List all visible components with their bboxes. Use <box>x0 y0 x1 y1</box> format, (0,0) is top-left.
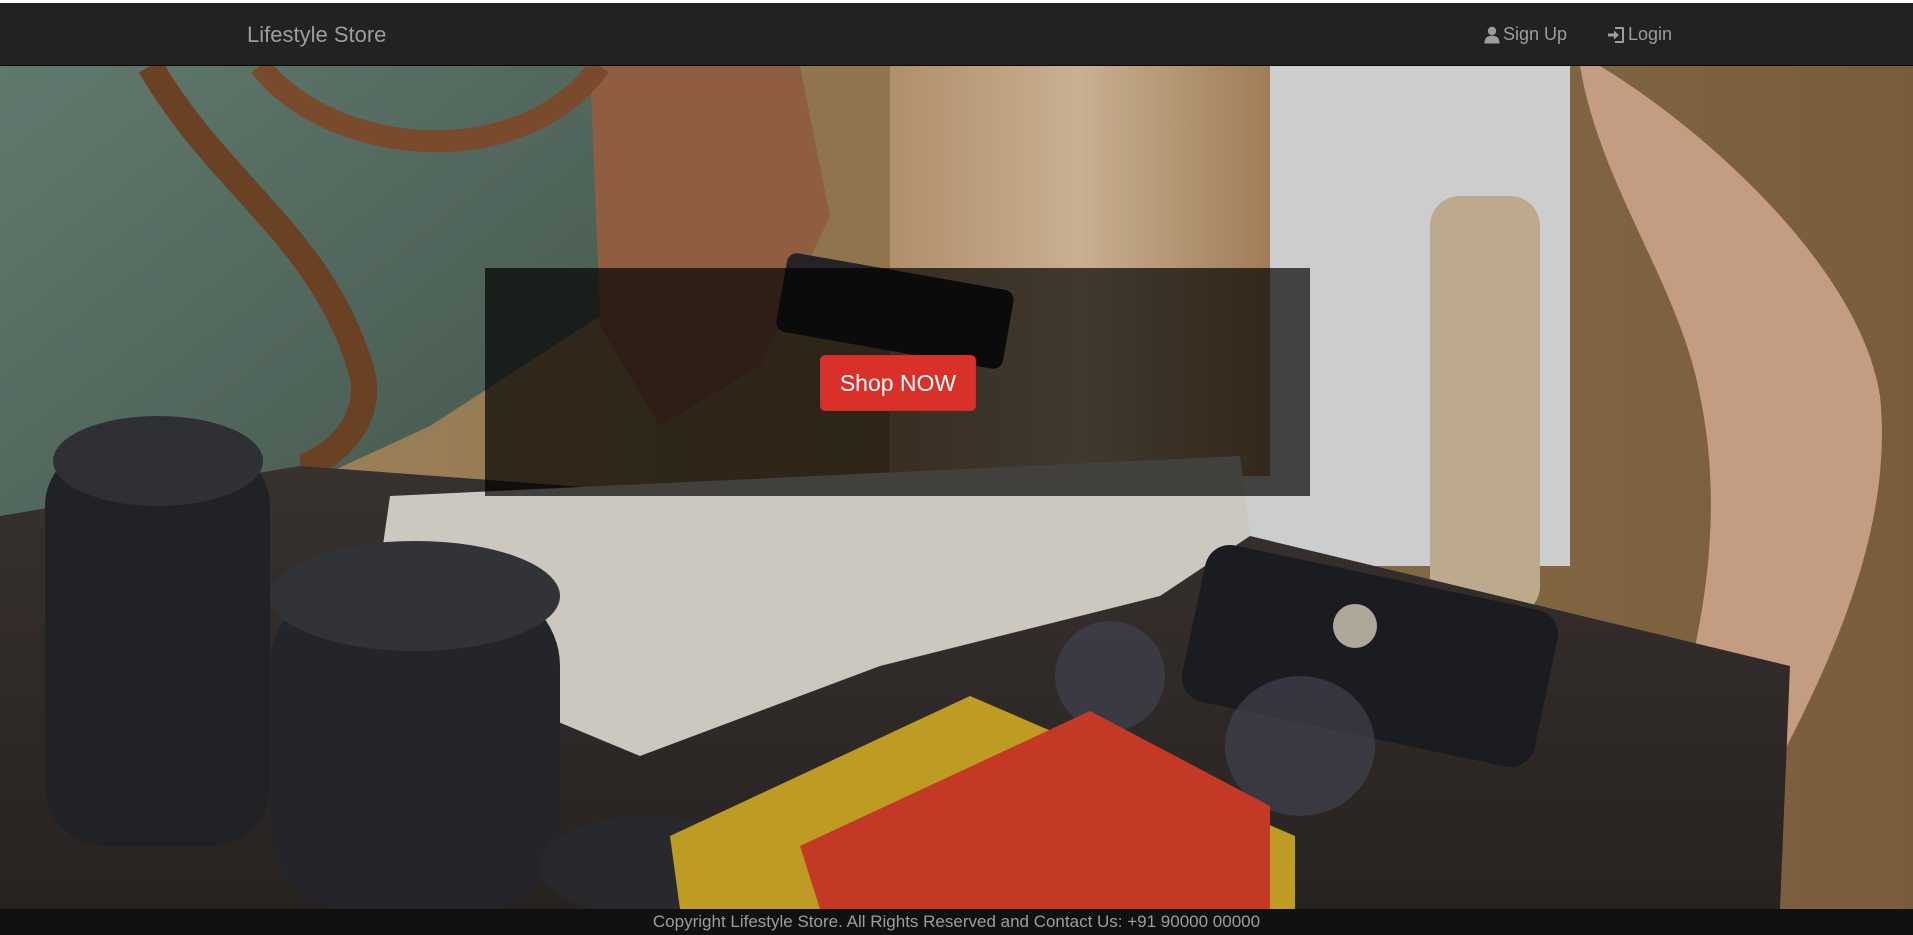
sign-up-label: Sign Up <box>1503 24 1568 44</box>
hero-section: Shop NOW <box>0 66 1913 909</box>
banner-overlay: Shop NOW <box>485 268 1310 496</box>
navbar: Lifestyle Store Sign Up Login <box>0 3 1913 66</box>
log-in-icon <box>1607 26 1625 44</box>
shop-now-button[interactable]: Shop NOW <box>820 355 976 411</box>
user-icon <box>1484 26 1500 44</box>
sign-up-link[interactable]: Sign Up <box>1484 3 1567 66</box>
footer: Copyright Lifestyle Store. All Rights Re… <box>0 909 1913 935</box>
footer-copyright-text: Copyright Lifestyle Store. All Rights Re… <box>652 912 1261 931</box>
login-label: Login <box>1628 24 1673 44</box>
brand-link[interactable]: Lifestyle Store <box>247 3 386 66</box>
login-link[interactable]: Login <box>1607 3 1672 66</box>
